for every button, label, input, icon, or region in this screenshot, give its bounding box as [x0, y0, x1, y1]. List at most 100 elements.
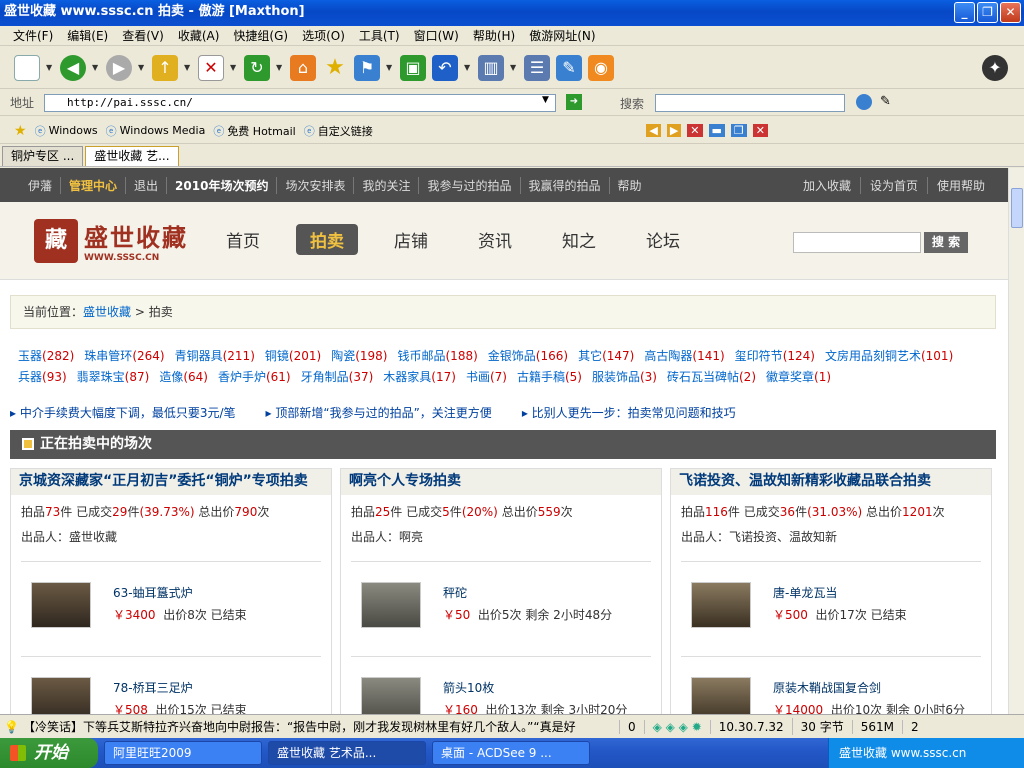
chevron-down-icon[interactable]: ▼ — [510, 63, 518, 72]
chevron-down-icon[interactable]: ▼ — [386, 63, 394, 72]
search-input[interactable] — [655, 94, 845, 112]
lot-item[interactable]: 秤砣 ￥50 出价5次 剩余 2小时48分 — [351, 570, 651, 648]
lot-item[interactable]: 63-蚰耳簋式炉 ￥3400 出价8次 已结束 — [21, 570, 321, 648]
menu-file[interactable]: 文件(F) — [6, 26, 60, 46]
groups-icon[interactable]: ⚑ — [354, 54, 380, 81]
category-link[interactable]: 玺印符节(124) — [735, 346, 815, 367]
notice-fee[interactable]: ▸ 中介手续费大幅度下调，最低只要3元/笔 — [10, 404, 236, 424]
site-search-button[interactable]: 搜 索 — [924, 232, 968, 253]
restore-tab-icon[interactable]: ❐ — [730, 124, 747, 137]
menu-edit[interactable]: 编辑(E) — [60, 26, 115, 46]
edit-icon[interactable]: ✎ — [556, 54, 582, 81]
menu-maxthon-sites[interactable]: 傲游网址(N) — [522, 26, 602, 46]
nav-add-favorite[interactable]: 加入收藏 — [794, 176, 861, 194]
lot-title[interactable]: 秤砣 — [443, 584, 467, 601]
menu-window[interactable]: 窗口(W) — [407, 26, 466, 46]
category-link[interactable]: 木器家具(17) — [383, 367, 456, 388]
nav-auction[interactable]: 拍卖 — [296, 224, 358, 255]
lot-item[interactable]: 唐-单龙瓦当 ￥500 出价17次 已结束 — [681, 570, 981, 648]
lot-thumbnail[interactable] — [361, 677, 421, 714]
home-icon[interactable]: ⌂ — [290, 54, 316, 81]
category-link[interactable]: 徽章奖章(1) — [766, 367, 831, 388]
nav-set-home[interactable]: 设为首页 — [861, 176, 928, 194]
nav-2010-booking[interactable]: 2010年场次预约 — [167, 176, 278, 194]
category-link[interactable]: 香炉手炉(61) — [218, 367, 291, 388]
link-hotmail[interactable]: ⓔ 免费 Hotmail — [213, 123, 295, 139]
minimize-button[interactable]: _ — [954, 2, 975, 23]
category-link[interactable]: 书画(7) — [466, 367, 507, 388]
back-icon[interactable]: ◀ — [60, 54, 86, 81]
forward-icon[interactable]: ▶ — [106, 54, 132, 81]
nav-admin[interactable]: 管理中心 — [61, 176, 127, 194]
nav-logout[interactable]: 退出 — [126, 176, 168, 194]
close-all-icon[interactable]: ✕ — [752, 124, 768, 137]
nav-participated[interactable]: 我参与过的拍品 — [419, 176, 521, 194]
status-ticker[interactable]: 【冷笑话】下等兵艾斯特拉齐兴奋地向中尉报告：“报告中尉，刚才我发现树林里有好几个… — [19, 718, 619, 735]
link-custom[interactable]: ⓔ 自定义链接 — [304, 123, 373, 139]
nav-won[interactable]: 我赢得的拍品 — [521, 176, 610, 194]
task-sssc[interactable]: 盛世收藏 艺术品... — [268, 741, 426, 765]
menu-favorites[interactable]: 收藏(A) — [171, 26, 227, 46]
lot-title[interactable]: 78-桥耳三足炉 — [113, 679, 193, 696]
close-button[interactable]: ✕ — [1000, 2, 1021, 23]
restore-button[interactable]: ❐ — [977, 2, 998, 23]
chevron-down-icon[interactable]: ▼ — [92, 63, 100, 72]
columns-icon[interactable]: ▥ — [478, 54, 504, 81]
menu-groups[interactable]: 快捷组(G) — [226, 26, 295, 46]
lot-item[interactable]: 箭头10枚 ￥160 出价13次 剩余 3小时20分 — [351, 665, 651, 714]
lot-title[interactable]: 箭头10枚 — [443, 679, 494, 696]
lot-thumbnail[interactable] — [691, 582, 751, 628]
up-icon[interactable]: ↑ — [152, 54, 178, 81]
stop-icon[interactable]: ✕ — [198, 54, 224, 81]
category-link[interactable]: 钱币邮品(188) — [397, 346, 477, 367]
auction-title[interactable]: 啊亮个人专场拍卖 — [341, 469, 661, 495]
minimize-tab-icon[interactable]: ▬ — [708, 124, 725, 137]
chevron-down-icon[interactable]: ▼ — [464, 63, 472, 72]
lot-item[interactable]: 原装木鞘战国复合剑 ￥14000 出价10次 剩余 0小时6分 — [681, 665, 981, 714]
category-link[interactable]: 其它(147) — [578, 346, 634, 367]
chevron-down-icon[interactable]: ▼ — [138, 63, 146, 72]
auction-title[interactable]: 京城资深藏家“正月初吉”委托“铜炉”专项拍卖 — [11, 469, 331, 495]
next-tab-icon[interactable]: ▶ — [666, 124, 682, 137]
go-icon[interactable]: ➜ — [566, 94, 582, 110]
crumb-home[interactable]: 盛世收藏 — [83, 305, 131, 319]
scroll-thumb[interactable] — [1011, 188, 1023, 228]
notice-tips[interactable]: ▸ 比别人更先一步：拍卖常见问题和技巧 — [522, 404, 736, 424]
new-page-icon[interactable] — [14, 54, 40, 81]
close-tab-icon[interactable]: ✕ — [687, 124, 703, 137]
favorites-icon[interactable]: ★ — [14, 123, 27, 139]
category-link[interactable]: 造像(64) — [159, 367, 208, 388]
site-search-input[interactable] — [793, 232, 921, 253]
lot-title[interactable]: 唐-单龙瓦当 — [773, 584, 837, 601]
category-link[interactable]: 金银饰品(166) — [488, 346, 568, 367]
category-link[interactable]: 兵器(93) — [18, 367, 67, 388]
category-link[interactable]: 古籍手稿(5) — [517, 367, 582, 388]
lot-title[interactable]: 原装木鞘战国复合剑 — [773, 679, 881, 696]
lot-thumbnail[interactable] — [31, 677, 91, 714]
category-link[interactable]: 牙角制品(37) — [301, 367, 374, 388]
rss-icon[interactable]: ◉ — [588, 54, 614, 81]
nav-forum[interactable]: 论坛 — [632, 224, 694, 255]
category-link[interactable]: 陶瓷(198) — [331, 346, 387, 367]
list-icon[interactable]: ☰ — [524, 54, 550, 81]
prev-tab-icon[interactable]: ◀ — [646, 124, 661, 137]
lot-title[interactable]: 63-蚰耳簋式炉 — [113, 584, 193, 601]
menu-options[interactable]: 选项(O) — [295, 26, 352, 46]
category-link[interactable]: 玉器(282) — [18, 346, 74, 367]
task-acdsee[interactable]: 桌面 - ACDSee 9 ... — [432, 741, 590, 765]
category-link[interactable]: 铜镜(201) — [265, 346, 321, 367]
highlight-icon[interactable]: ✎ — [880, 94, 891, 109]
address-input[interactable]: http://pai.sssc.cn/ — [44, 94, 556, 112]
lot-thumbnail[interactable] — [691, 677, 751, 714]
start-button[interactable]: 开始 — [0, 738, 98, 768]
nav-usage-help[interactable]: 使用帮助 — [928, 177, 994, 194]
chevron-down-icon[interactable]: ▼ — [184, 63, 192, 72]
search-engine-icon[interactable] — [856, 94, 872, 110]
nav-my-follow[interactable]: 我的关注 — [354, 176, 420, 194]
chevron-down-icon[interactable]: ▼ — [276, 63, 284, 72]
category-link[interactable]: 珠串管环(264) — [84, 346, 164, 367]
address-dropdown-icon[interactable]: ▼ — [542, 95, 549, 105]
nav-shops[interactable]: 店铺 — [380, 224, 442, 255]
lot-thumbnail[interactable] — [361, 582, 421, 628]
category-link[interactable]: 高古陶器(141) — [644, 346, 724, 367]
